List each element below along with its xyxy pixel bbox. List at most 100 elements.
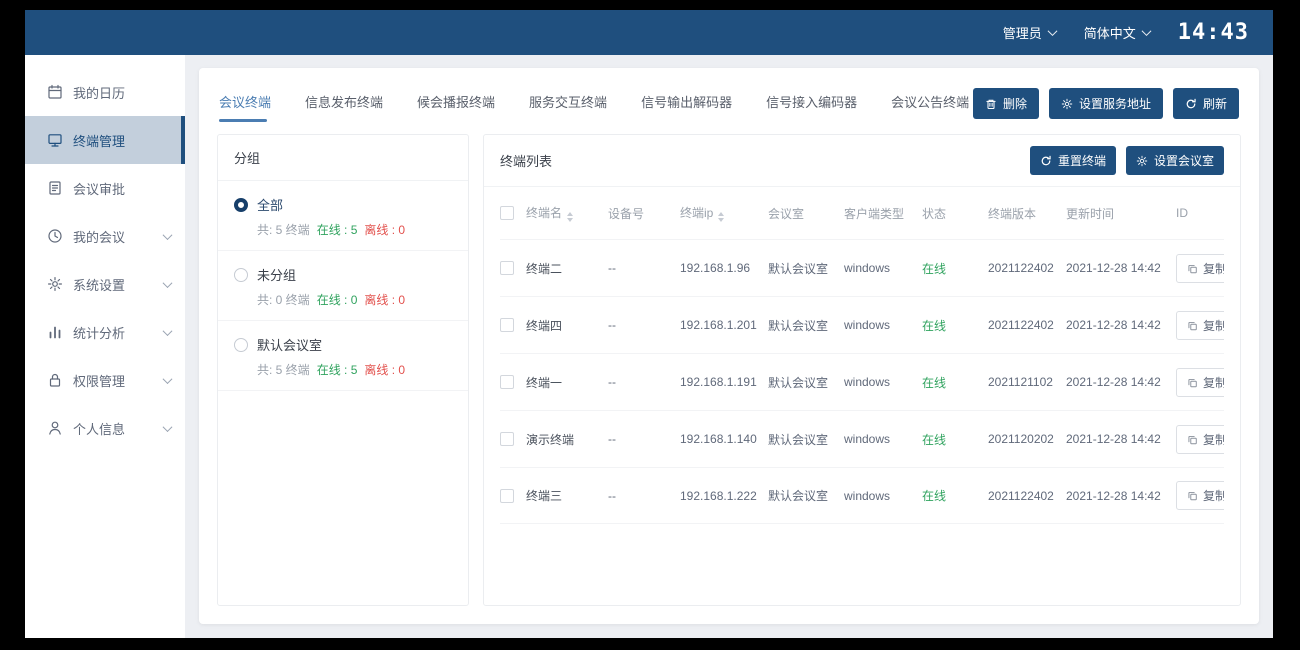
cell-terminal-version: 2021122402 bbox=[988, 488, 1054, 503]
trash-icon bbox=[985, 98, 997, 110]
screenshot-frame: 管理员 简体中文 14:43 我的日历 终端管理 会议审批 我的会议 系统设置 … bbox=[0, 0, 1300, 650]
status-badge: 在线 bbox=[922, 261, 947, 276]
sidebar-item[interactable]: 会议审批 bbox=[25, 164, 185, 212]
chevron-down-icon bbox=[162, 373, 173, 384]
sort-icon[interactable] bbox=[567, 212, 574, 222]
cell-updated-time: 2021-12-28 14:42 bbox=[1066, 432, 1161, 446]
tab[interactable]: 会议终端 bbox=[219, 92, 271, 122]
app-body: 我的日历 终端管理 会议审批 我的会议 系统设置 统计分析 权限管理 个人信息 … bbox=[25, 55, 1273, 638]
set-meeting-room-button[interactable]: 设置会议室 bbox=[1125, 146, 1224, 175]
terminal-list-panel: 终端列表 重置终端 设置会议室 终端名 设备号 终端ip 会议室 客户端类型 状… bbox=[483, 134, 1241, 606]
row-checkbox[interactable] bbox=[500, 375, 514, 390]
chevron-down-icon bbox=[162, 421, 173, 432]
copy-id-button[interactable]: 复制 bbox=[1176, 367, 1224, 397]
reset-terminal-button[interactable]: 重置终端 bbox=[1029, 146, 1116, 175]
status-badge: 在线 bbox=[922, 318, 947, 333]
sidebar-item[interactable]: 终端管理 bbox=[25, 116, 185, 164]
cell-meeting-room: 默认会议室 bbox=[768, 318, 829, 333]
sidebar-item[interactable]: 我的会议 bbox=[25, 212, 185, 260]
cell-meeting-room: 默认会议室 bbox=[768, 261, 829, 276]
copy-icon bbox=[1187, 377, 1198, 388]
tab[interactable]: 会议公告终端 bbox=[891, 92, 969, 122]
group-item[interactable]: 全部 共: 5 终端 在线 : 5 离线 : 0 bbox=[218, 181, 468, 251]
sidebar-item[interactable]: 我的日历 bbox=[25, 68, 185, 116]
toolbar: 删除 设置服务地址 刷新 bbox=[972, 88, 1239, 119]
column-header-client: 客户端类型 bbox=[844, 206, 905, 221]
sidebar-item[interactable]: 系统设置 bbox=[25, 260, 185, 308]
copy-id-button[interactable]: 复制 bbox=[1176, 424, 1224, 454]
chevron-down-icon bbox=[162, 277, 173, 288]
status-badge: 在线 bbox=[922, 432, 947, 447]
cell-terminal-version: 2021122402 bbox=[988, 261, 1054, 275]
group-list: 全部 共: 5 终端 在线 : 5 离线 : 0 未分组 共: 0 终端 在线 … bbox=[218, 181, 468, 391]
tab[interactable]: 信号输出解码器 bbox=[641, 92, 732, 122]
calendar-icon bbox=[47, 84, 63, 100]
lock-icon bbox=[47, 372, 63, 388]
chevron-down-icon bbox=[162, 325, 173, 336]
sort-icon[interactable] bbox=[718, 212, 725, 222]
radio-icon[interactable] bbox=[234, 337, 248, 352]
table-row: 终端二 -- 192.168.1.96 默认会议室 windows 在线 202… bbox=[500, 239, 1224, 296]
clock-icon bbox=[47, 228, 63, 244]
radio-icon[interactable] bbox=[234, 197, 248, 212]
cell-terminal-version: 2021120202 bbox=[988, 432, 1054, 446]
cell-terminal-ip: 192.168.1.222 bbox=[680, 488, 757, 503]
sidebar-item[interactable]: 个人信息 bbox=[25, 404, 185, 452]
row-checkbox[interactable] bbox=[500, 432, 514, 447]
radio-icon[interactable] bbox=[234, 267, 248, 282]
topbar: 管理员 简体中文 14:43 bbox=[25, 10, 1273, 55]
column-header-name: 终端名 bbox=[526, 204, 608, 222]
digital-clock: 14:43 bbox=[1177, 20, 1249, 45]
group-item[interactable]: 未分组 共: 0 终端 在线 : 0 离线 : 0 bbox=[218, 251, 468, 321]
delete-button[interactable]: 删除 bbox=[972, 88, 1039, 119]
row-checkbox[interactable] bbox=[500, 318, 514, 333]
group-stats: 共: 5 终端 在线 : 5 离线 : 0 bbox=[257, 223, 406, 237]
cell-updated-time: 2021-12-28 14:42 bbox=[1066, 261, 1161, 275]
cell-device-number: -- bbox=[608, 488, 616, 503]
user-menu[interactable]: 管理员 bbox=[1002, 23, 1058, 42]
column-header-version: 终端版本 bbox=[988, 206, 1037, 221]
table-body: 终端二 -- 192.168.1.96 默认会议室 windows 在线 202… bbox=[500, 239, 1224, 524]
copy-icon bbox=[1187, 263, 1198, 274]
terminal-list-title: 终端列表 bbox=[500, 154, 553, 169]
cell-client-type: windows bbox=[844, 375, 891, 389]
tab[interactable]: 候会播报终端 bbox=[417, 92, 495, 122]
cell-device-number: -- bbox=[608, 318, 616, 332]
row-checkbox[interactable] bbox=[500, 488, 514, 503]
group-item[interactable]: 默认会议室 共: 5 终端 在线 : 5 离线 : 0 bbox=[218, 321, 468, 391]
copy-id-button[interactable]: 复制 bbox=[1176, 481, 1224, 510]
cell-updated-time: 2021-12-28 14:42 bbox=[1066, 318, 1161, 332]
tab[interactable]: 信息发布终端 bbox=[305, 92, 383, 122]
sidebar-item[interactable]: 统计分析 bbox=[25, 308, 185, 356]
tab[interactable]: 信号接入编码器 bbox=[766, 92, 857, 122]
tab[interactable]: 服务交互终端 bbox=[529, 92, 607, 122]
chart-icon bbox=[47, 324, 63, 340]
card-header: 会议终端 信息发布终端 候会播报终端 服务交互终端 信号输出解码器 信号接入编码… bbox=[217, 68, 1241, 134]
sidebar-item[interactable]: 权限管理 bbox=[25, 356, 185, 404]
row-checkbox[interactable] bbox=[500, 261, 514, 276]
gear-icon bbox=[47, 276, 63, 292]
language-menu[interactable]: 简体中文 bbox=[1084, 23, 1152, 42]
cell-terminal-name: 终端四 bbox=[526, 318, 563, 333]
set-service-address-button[interactable]: 设置服务地址 bbox=[1048, 88, 1163, 119]
panels: 分组 全部 共: 5 终端 在线: 5 离线: 0 未分组 共: 0 终端 … bbox=[217, 134, 1241, 606]
group-stats: 共: 5 终端 在线 : 5 离线 : 0 bbox=[257, 363, 406, 377]
copy-icon bbox=[1187, 434, 1198, 445]
refresh-button[interactable]: 刷新 bbox=[1172, 88, 1239, 119]
user-menu-label: 管理员 bbox=[1002, 26, 1042, 41]
gear-icon bbox=[1061, 98, 1073, 110]
copy-id-button[interactable]: 复制 bbox=[1176, 253, 1224, 283]
cell-terminal-name: 终端二 bbox=[526, 261, 563, 276]
copy-id-button[interactable]: 复制 bbox=[1176, 310, 1224, 340]
cell-meeting-room: 默认会议室 bbox=[768, 375, 829, 390]
cell-terminal-name: 终端一 bbox=[526, 375, 563, 390]
cell-device-number: -- bbox=[608, 432, 616, 446]
cell-meeting-room: 默认会议室 bbox=[768, 489, 829, 503]
select-all-checkbox[interactable] bbox=[500, 206, 514, 221]
table-row: 终端一 -- 192.168.1.191 默认会议室 windows 在线 20… bbox=[500, 353, 1224, 410]
app-window: 管理员 简体中文 14:43 我的日历 终端管理 会议审批 我的会议 系统设置 … bbox=[25, 10, 1273, 638]
cell-device-number: -- bbox=[608, 375, 616, 389]
cell-terminal-version: 2021121102 bbox=[988, 375, 1053, 389]
sidebar-item-label: 我的日历 bbox=[73, 85, 126, 101]
sidebar-item-label: 统计分析 bbox=[73, 325, 126, 341]
